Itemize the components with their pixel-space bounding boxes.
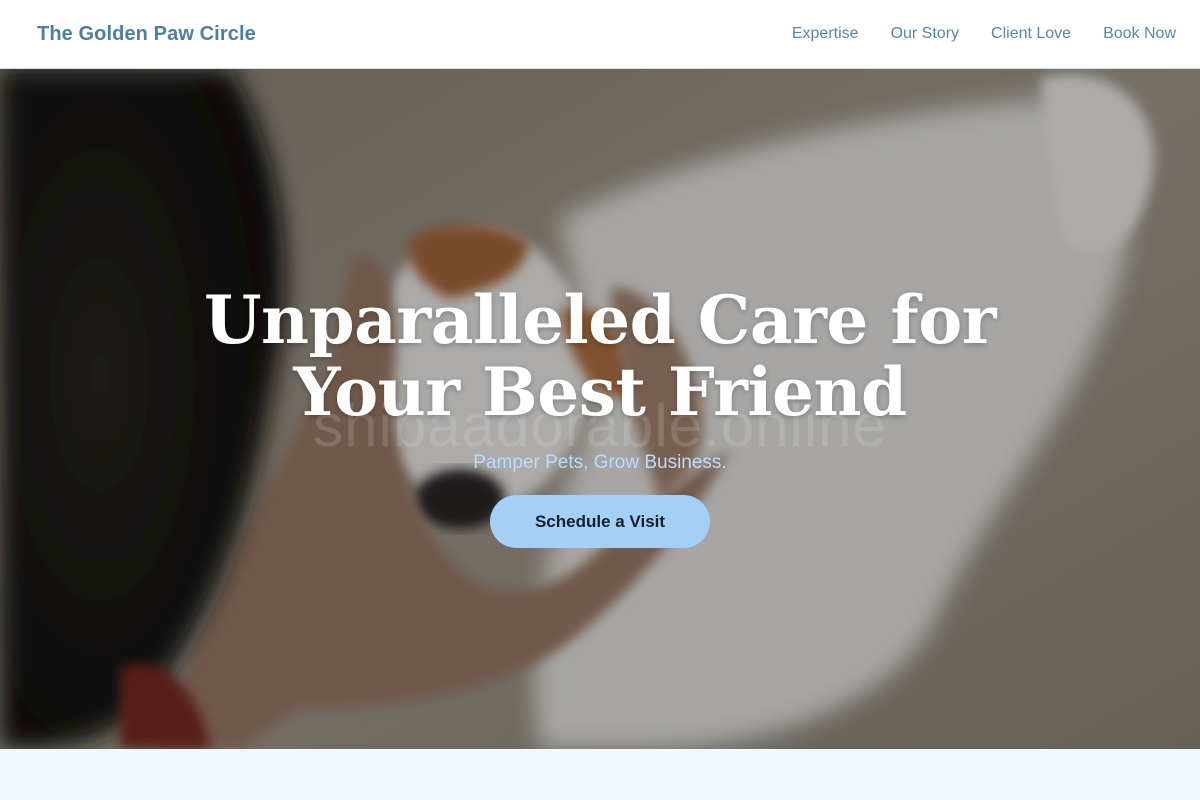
nav-link-book-now[interactable]: Book Now bbox=[1103, 25, 1176, 43]
top-navbar: The Golden Paw Circle Expertise Our Stor… bbox=[0, 0, 1200, 69]
nav-link-our-story[interactable]: Our Story bbox=[891, 25, 959, 43]
nav-link-expertise[interactable]: Expertise bbox=[792, 25, 859, 43]
brand-logo-text[interactable]: The Golden Paw Circle bbox=[37, 23, 256, 46]
hero-title: Unparalleled Care for Your Best Friend bbox=[203, 281, 997, 431]
hero-content: Unparalleled Care for Your Best Friend P… bbox=[0, 284, 1200, 548]
nav-link-client-love[interactable]: Client Love bbox=[991, 25, 1071, 43]
schedule-visit-button[interactable]: Schedule a Visit bbox=[490, 495, 710, 548]
next-section-top bbox=[0, 749, 1200, 800]
hero-section: shibaadorable.online Unparalleled Care f… bbox=[0, 69, 1200, 749]
hero-subtitle: Pamper Pets, Grow Business. bbox=[473, 452, 727, 473]
main-nav: Expertise Our Story Client Love Book Now bbox=[760, 25, 1176, 43]
